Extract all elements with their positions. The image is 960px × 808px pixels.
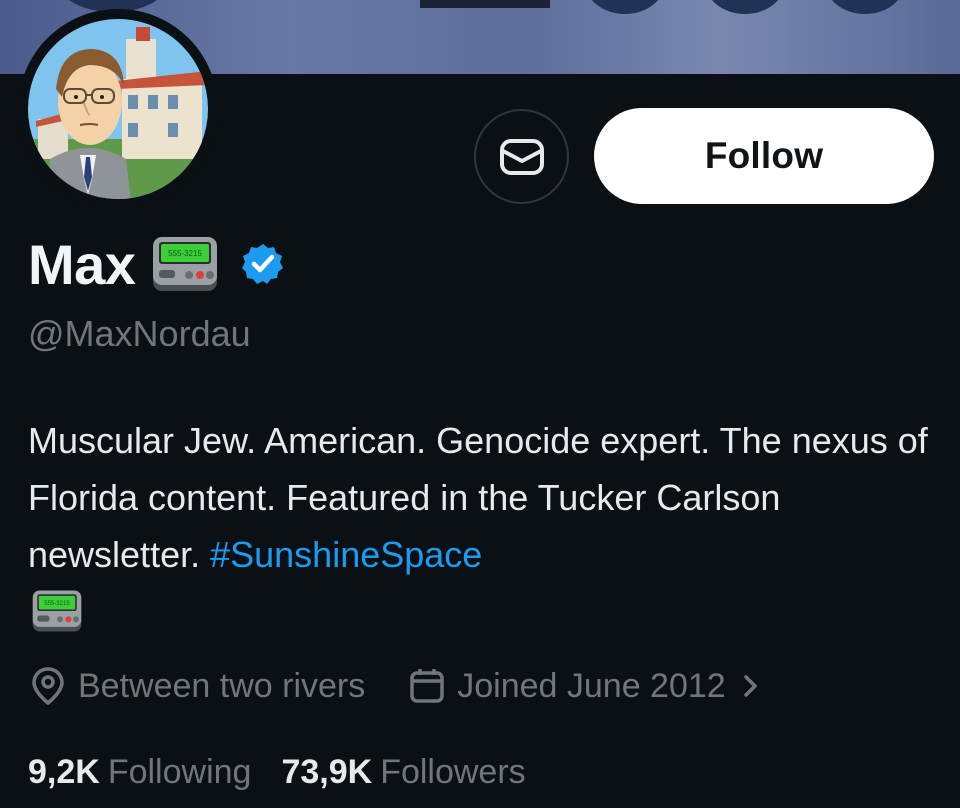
chevron-right-icon: [743, 675, 757, 697]
pager-emoji-icon: 555-3215: [32, 590, 82, 632]
location-pin-icon: [32, 667, 64, 706]
svg-text:555-3215: 555-3215: [169, 249, 203, 258]
envelope-icon: [499, 138, 544, 175]
verified-badge-icon[interactable]: [241, 242, 285, 286]
joined-item[interactable]: Joined June 2012: [409, 667, 775, 706]
profile-bio: Muscular Jew. American. Genocide expert.…: [28, 412, 938, 583]
display-name: Max: [28, 232, 136, 296]
follow-button[interactable]: Follow: [594, 108, 934, 204]
profile-handle: @MaxNordau: [28, 313, 251, 354]
bio-hashtag-link[interactable]: #SunshineSpace: [210, 534, 482, 575]
message-button[interactable]: [474, 109, 569, 204]
followers-link[interactable]: 73,9K Followers: [281, 753, 525, 792]
pager-emoji-icon: 555-3215: [153, 237, 218, 291]
calendar-icon: [410, 669, 444, 703]
following-link[interactable]: 9,2K Following: [28, 753, 251, 792]
following-label: Following: [107, 752, 252, 791]
profile-name-row: Max 555-3215: [28, 228, 285, 300]
joined-text: Joined June 2012: [457, 666, 726, 705]
avatar[interactable]: [18, 9, 218, 209]
followers-count: 73,9K: [281, 752, 373, 791]
svg-text:555-3215: 555-3215: [44, 601, 70, 607]
location-text: Between two rivers: [78, 666, 366, 705]
profile-stats: 9,2K Following 73,9K Followers: [28, 750, 526, 794]
location-item: Between two rivers: [30, 666, 365, 706]
profile-meta-row: Between two rivers Joined June 2012: [30, 664, 776, 708]
following-count: 9,2K: [28, 752, 100, 791]
followers-label: Followers: [380, 752, 526, 791]
